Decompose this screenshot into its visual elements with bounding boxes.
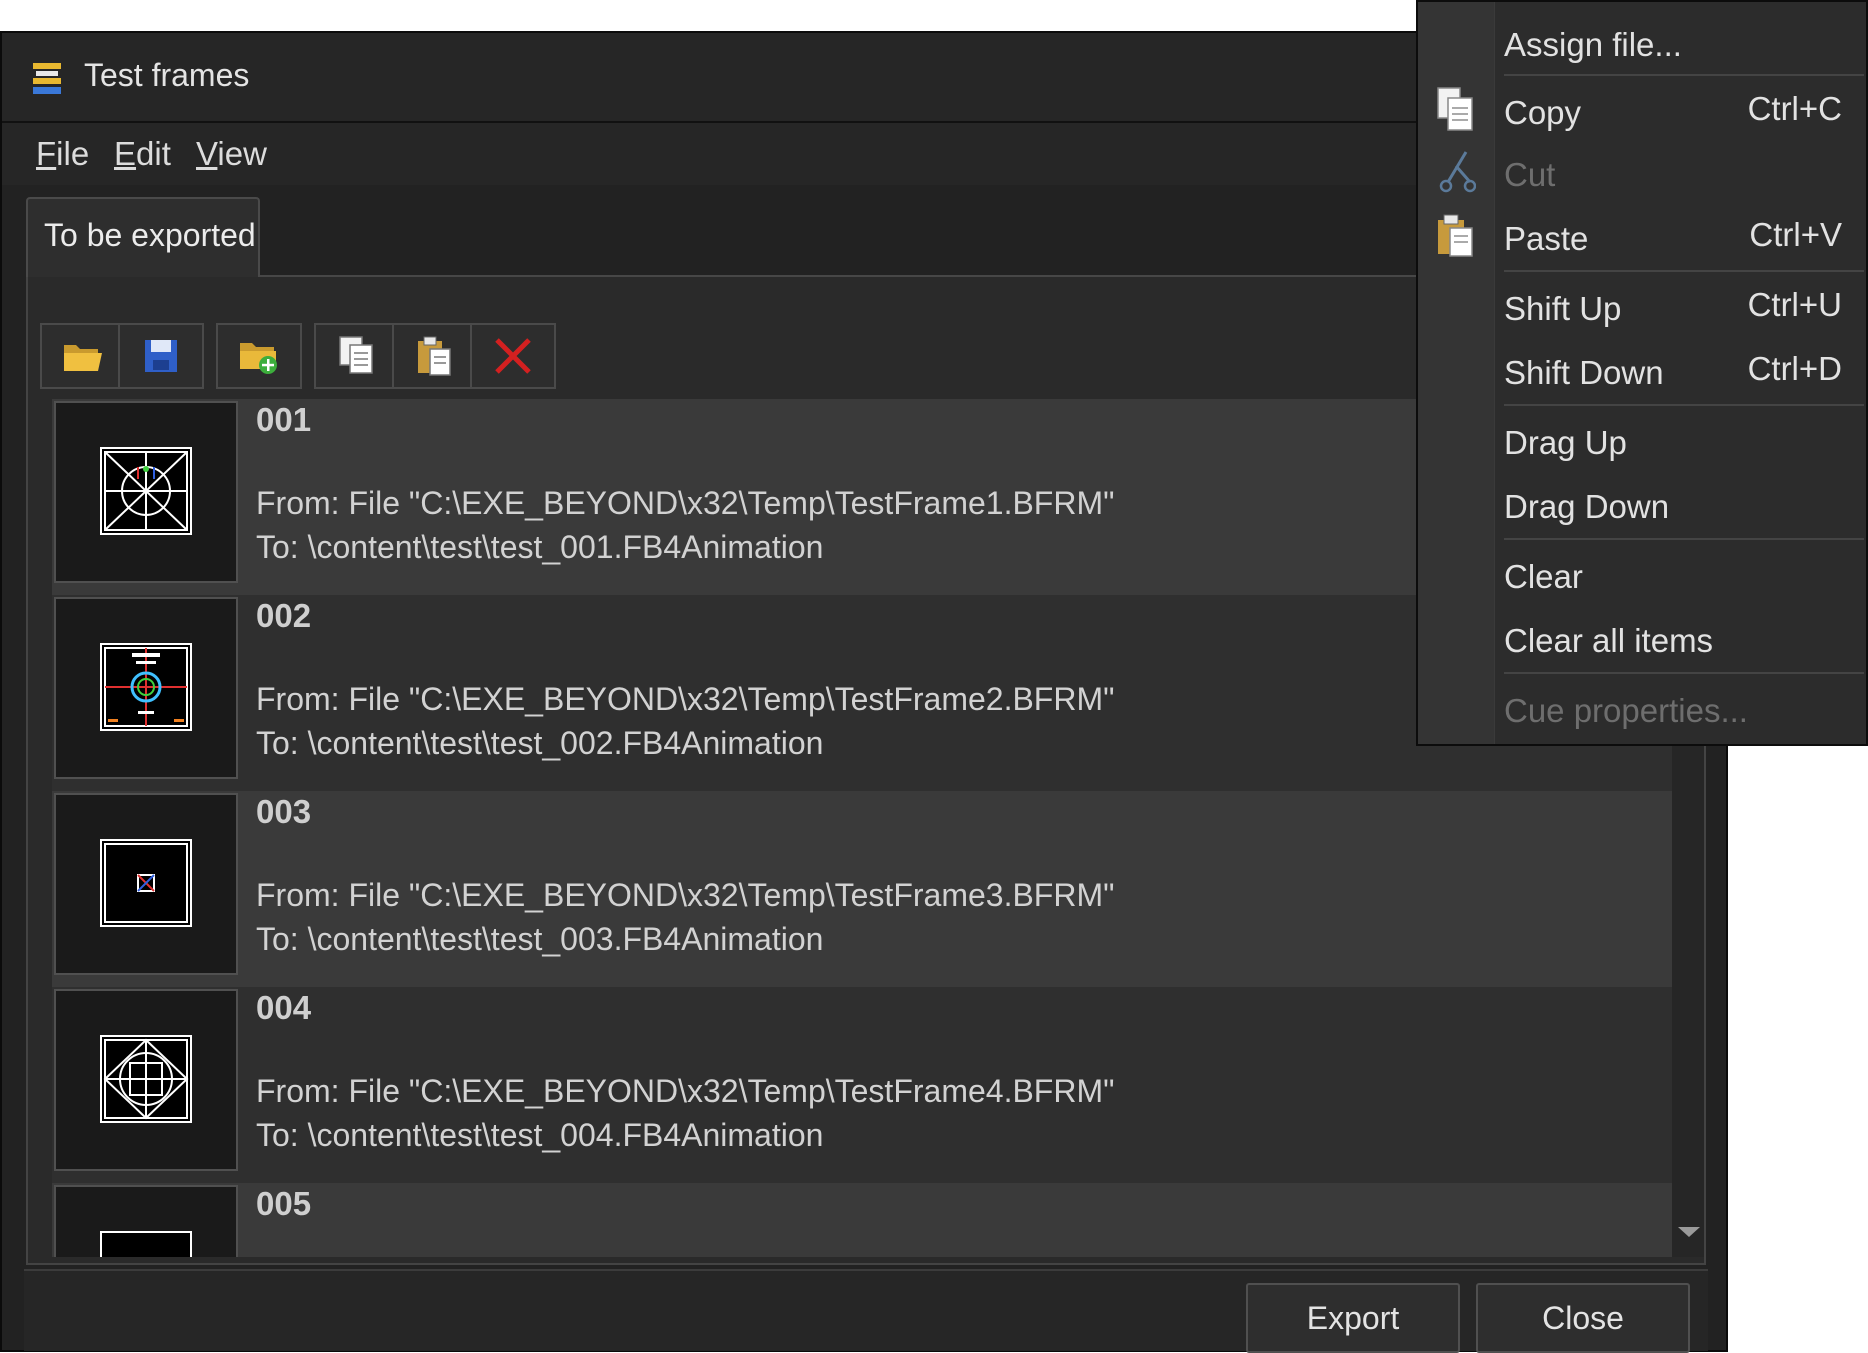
menu-edit-label: dit [136, 135, 171, 172]
menu-edit[interactable]: Edit [114, 135, 171, 173]
frame-thumbnail [100, 643, 192, 731]
frame-thumbnail [100, 447, 192, 535]
item-number: 001 [256, 401, 312, 438]
ctx-shortcut: Ctrl+U [1747, 286, 1842, 323]
item-number: 002 [256, 597, 312, 634]
item-source: From: File "C:\EXE_BEYOND\x32\Temp\TestF… [256, 485, 1115, 521]
menu-file[interactable]: File [36, 135, 89, 173]
ctx-clear[interactable]: Clear [1496, 548, 1866, 604]
tab-to-be-exported[interactable]: To be exported [26, 197, 260, 279]
menu-edit-mnemonic: E [114, 135, 137, 172]
dialog-footer: Export Close [24, 1269, 1708, 1353]
ctx-shift-up[interactable]: Shift Up Ctrl+U [1496, 280, 1866, 336]
app-icon [33, 63, 61, 94]
open-folder-icon [64, 345, 102, 371]
add-folder-icon [240, 343, 277, 374]
paste-icon [1438, 214, 1473, 257]
delete-icon [495, 338, 531, 374]
list-item[interactable]: 003 From: File "C:\EXE_BEYOND\x32\Temp\T… [52, 791, 1672, 987]
item-number: 004 [256, 989, 312, 1026]
ctx-shift-down[interactable]: Shift Down Ctrl+D [1496, 344, 1866, 400]
test-pattern-4-icon [103, 1038, 189, 1120]
item-destination: To: \content\test\test_003.FB4Animation [256, 921, 824, 957]
ctx-label: Clear all items [1504, 622, 1714, 659]
thumbnail-frame [54, 1185, 238, 1257]
list-item[interactable]: 004 From: File "C:\EXE_BEYOND\x32\Temp\T… [52, 987, 1672, 1183]
ctx-label: Cue properties... [1504, 692, 1748, 729]
item-source: From: File "C:\EXE_BEYOND\x32\Temp\TestF… [256, 681, 1115, 717]
ctx-label: Copy [1504, 94, 1582, 131]
menu-view[interactable]: View [196, 135, 267, 173]
copy-icon [339, 336, 373, 374]
ctx-label: Assign file... [1504, 26, 1682, 63]
ctx-shortcut: Ctrl+C [1747, 90, 1842, 127]
window-title: Test frames [84, 57, 250, 93]
menu-separator [1504, 270, 1864, 272]
scroll-down-arrow-icon[interactable] [1678, 1227, 1700, 1237]
item-destination: To: \content\test\test_001.FB4Animation [256, 529, 824, 565]
ctx-label: Clear [1504, 558, 1583, 595]
frame-thumbnail [100, 839, 192, 927]
export-button[interactable]: Export [1246, 1283, 1460, 1353]
ctx-clear-all-items[interactable]: Clear all items [1496, 612, 1866, 668]
menu-file-label: ile [56, 135, 90, 172]
menu-separator [1504, 74, 1864, 76]
ctx-label: Paste [1504, 220, 1589, 257]
close-button[interactable]: Close [1476, 1283, 1690, 1353]
menu-view-label: iew [217, 135, 267, 172]
ctx-label: Drag Down [1504, 488, 1670, 525]
ctx-label: Shift Up [1504, 290, 1622, 327]
ctx-paste[interactable]: Paste Ctrl+V [1496, 210, 1866, 266]
item-number: 003 [256, 793, 312, 830]
ctx-cue-properties[interactable]: Cue properties... [1496, 682, 1866, 738]
save-icon [145, 340, 177, 372]
thumbnail-frame [54, 989, 238, 1171]
ctx-drag-down[interactable]: Drag Down [1496, 478, 1866, 534]
context-menu: Assign file... Copy Ctrl+C Cut Paste Ctr… [1416, 0, 1868, 746]
list-item[interactable]: 005 [52, 1183, 1672, 1257]
save-button[interactable] [118, 323, 204, 389]
ctx-label: Shift Down [1504, 354, 1664, 391]
ctx-label: Cut [1504, 156, 1556, 193]
frame-thumbnail [100, 1035, 192, 1123]
copy-button[interactable] [314, 323, 400, 389]
tab-label: To be exported [44, 217, 256, 253]
thumbnail-frame [54, 793, 238, 975]
test-pattern-3-icon [104, 843, 188, 923]
delete-button[interactable] [470, 323, 556, 389]
menu-separator [1504, 672, 1864, 674]
item-source: From: File "C:\EXE_BEYOND\x32\Temp\TestF… [256, 877, 1115, 913]
item-number: 005 [256, 1185, 312, 1222]
ctx-drag-up[interactable]: Drag Up [1496, 414, 1866, 470]
item-destination: To: \content\test\test_004.FB4Animation [256, 1117, 824, 1153]
menu-view-mnemonic: V [196, 135, 218, 172]
ctx-shortcut: Ctrl+D [1747, 350, 1842, 387]
paste-button[interactable] [392, 323, 478, 389]
add-folder-button[interactable] [216, 323, 302, 389]
copy-icon [1437, 87, 1473, 131]
menu-file-mnemonic: F [36, 135, 57, 172]
paste-icon [418, 336, 451, 376]
menu-separator [1504, 538, 1864, 540]
ctx-assign-file[interactable]: Assign file... [1496, 16, 1866, 72]
test-pattern-2-icon [104, 647, 188, 727]
cut-icon [1439, 151, 1476, 193]
ctx-copy[interactable]: Copy Ctrl+C [1496, 84, 1866, 140]
frame-thumbnail [100, 1231, 192, 1257]
menu-separator [1504, 404, 1864, 406]
test-pattern-1-icon [104, 451, 188, 531]
open-button[interactable] [40, 323, 126, 389]
item-source: From: File "C:\EXE_BEYOND\x32\Temp\TestF… [256, 1073, 1115, 1109]
ctx-cut[interactable]: Cut [1496, 146, 1866, 202]
ctx-shortcut: Ctrl+V [1749, 216, 1842, 253]
thumbnail-frame [54, 597, 238, 779]
item-destination: To: \content\test\test_002.FB4Animation [256, 725, 824, 761]
ctx-label: Drag Up [1504, 424, 1627, 461]
thumbnail-frame [54, 401, 238, 583]
